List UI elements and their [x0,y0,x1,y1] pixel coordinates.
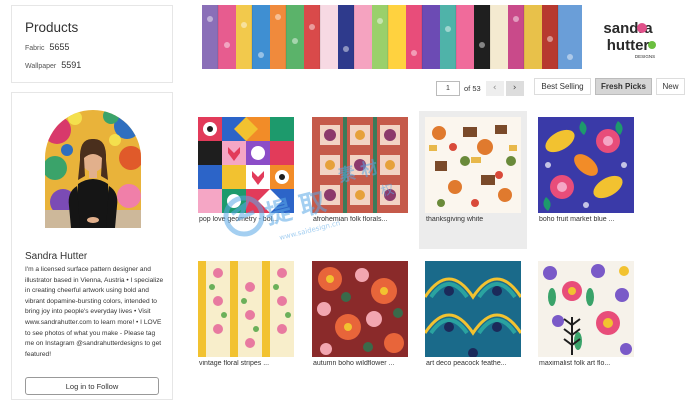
design-tile[interactable]: maximalist folk art flo... [532,255,640,393]
design-thumbnail[interactable] [312,261,408,357]
product-row-wallpaper[interactable]: Wallpaper 5591 [25,60,159,70]
design-tile[interactable]: art deco peacock feathe... [419,255,527,393]
design-tile[interactable]: vintage floral stripes ... [192,255,300,393]
design-thumbnail[interactable] [538,117,634,213]
sort-fresh-picks[interactable]: Fresh Picks [595,78,652,95]
profile-name: Sandra Hutter [25,251,88,262]
design-tile[interactable]: pop love geometry - bol... [192,111,300,249]
brand-line2: hutter [607,37,650,54]
page-number-input[interactable] [436,80,460,96]
product-count: 5655 [49,42,70,52]
design-title[interactable]: thanksgiving white [426,216,526,223]
product-label: Wallpaper [25,63,57,70]
product-row-fabric[interactable]: Fabric 5655 [25,42,159,52]
fabric-rolls-image [202,5,582,69]
shop-banner: sandra hutter DESIGNS [202,5,674,69]
product-count: 5591 [61,60,82,70]
prev-page-button[interactable]: ‹ [485,80,504,96]
design-title[interactable]: maximalist folk art flo... [539,360,639,367]
design-tile[interactable]: boho fruit market blue ... [532,111,640,249]
design-title[interactable]: autumn boho wildflower ... [313,360,413,367]
pagination: of 53 ‹ › [436,80,524,96]
design-title[interactable]: art deco peacock feathe... [426,360,526,367]
products-title: Products [25,20,79,35]
design-thumbnail[interactable] [425,117,521,213]
avatar [45,110,141,228]
design-thumbnail[interactable] [198,261,294,357]
sort-new[interactable]: New [656,78,685,95]
design-tile[interactable]: thanksgiving white [419,111,527,249]
profile-card: Sandra Hutter I'm a licensed surface pat… [11,92,173,400]
product-label: Fabric [25,45,45,52]
design-thumbnail[interactable] [538,261,634,357]
design-thumbnail[interactable] [198,117,294,213]
page-total: of 53 [464,83,481,93]
design-title[interactable]: boho fruit market blue ... [539,216,639,223]
brand-logo: sandra hutter DESIGNS [582,5,674,69]
design-tile[interactable]: autumn boho wildflower ... [306,255,414,393]
follow-button[interactable]: Log in to Follow [25,377,159,395]
sort-best-selling[interactable]: Best Selling [534,78,591,95]
design-title[interactable]: afrohemian folk florals... [313,216,413,223]
brand-tagline: DESIGNS [635,54,655,59]
design-title[interactable]: pop love geometry - bol... [199,216,299,223]
design-thumbnail[interactable] [312,117,408,213]
design-tile[interactable]: afrohemian folk florals... [306,111,414,249]
design-title[interactable]: vintage floral stripes ... [199,360,299,367]
profile-bio: I'm a licensed surface pattern designer … [25,266,164,358]
next-page-button[interactable]: › [505,80,524,96]
products-card: Products Fabric 5655 Wallpaper 5591 [11,5,173,83]
design-thumbnail[interactable] [425,261,521,357]
